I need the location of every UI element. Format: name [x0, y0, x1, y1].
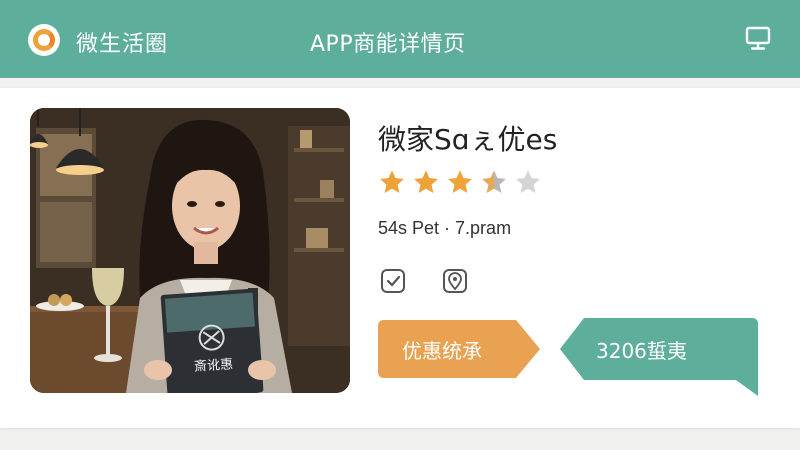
shop-title: 微家Sɑぇ优es: [378, 123, 558, 156]
app-name: 微生活圈: [76, 32, 169, 57]
count-button-label: 3206蜇夷: [596, 338, 687, 363]
circle-logo-icon[interactable]: [28, 24, 60, 56]
star-filled-icon: [378, 168, 406, 196]
shop-meta: 54s Pet · 7.pram: [378, 218, 512, 238]
shop-icon-row: [378, 266, 470, 296]
coupon-button-label: 优惠统承: [402, 338, 482, 363]
star-half-icon: [480, 168, 508, 196]
shop-detail-card: 斎讹惠 微家Sɑぇ优es 54s Pet · 7.pram 优惠统承 3206蜇…: [0, 88, 800, 428]
sign-text: 斎讹惠: [194, 356, 234, 375]
coupon-button[interactable]: 优惠统承: [378, 320, 540, 378]
monitor-icon[interactable]: [744, 24, 772, 52]
page-title: APP商能详情页: [310, 32, 466, 57]
star-filled-icon: [412, 168, 440, 196]
app-header: 微生活圈 APP商能详情页: [0, 0, 800, 78]
star-filled-icon: [446, 168, 474, 196]
location-pin-icon[interactable]: [440, 266, 470, 296]
shop-photo: 斎讹惠: [30, 108, 350, 393]
count-button[interactable]: 3206蜇夷: [560, 318, 758, 396]
star-empty-icon: [514, 168, 542, 196]
rating-stars: [378, 168, 542, 196]
checkbox-icon[interactable]: [378, 266, 408, 296]
